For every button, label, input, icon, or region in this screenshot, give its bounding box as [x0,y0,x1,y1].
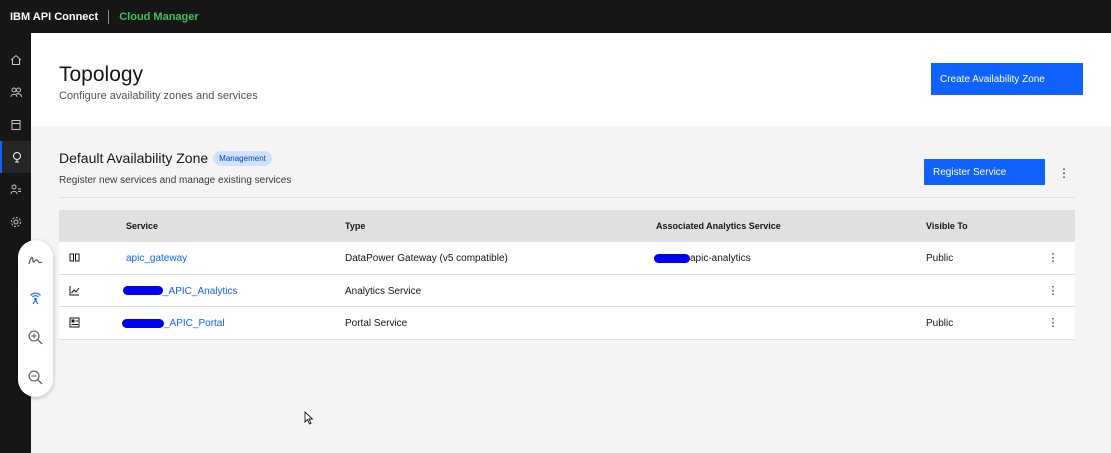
brand-separator [108,9,110,24]
table-row: apic_gateway DataPower Gateway (v5 compa… [59,242,1075,275]
zoom-in-icon [28,330,43,345]
topology-icon [12,152,21,163]
service-name-link[interactable]: _APIC_Portal [122,318,225,329]
row-overflow-menu-icon[interactable]: ⋮ [1047,251,1059,264]
tool-palette [18,240,53,397]
visible-to: Public [926,253,954,264]
redaction-mark [123,286,163,296]
table-row: _APIC_Portal Portal Service Public ⋮ [59,307,1075,340]
product-name[interactable]: Cloud Manager [119,11,198,23]
gateway-icon [69,253,80,262]
portal-icon [69,317,80,328]
broadcast-icon [30,292,41,305]
users-icon [10,87,22,98]
home-icon [10,54,21,65]
brand-name[interactable]: IBM API Connect [10,11,98,23]
zone-overflow-menu-icon[interactable]: ⋮ [1058,165,1070,181]
analytics-icon [69,285,80,295]
draw-icon [28,257,43,265]
top-bar: IBM API Connect Cloud Manager [0,0,1111,33]
column-header-analytics[interactable]: Associated Analytics Service [656,221,781,231]
column-header-service[interactable]: Service [126,221,158,231]
service-type: Analytics Service [345,285,422,297]
management-tag: Management [213,150,272,166]
zoom-in-tool[interactable] [27,329,44,346]
zone-title: Default Availability Zone [59,150,209,166]
zone-heading: Default Availability Zone Management [59,150,272,166]
mouse-cursor-icon [304,411,314,425]
page-title: Topology [59,63,144,86]
associated-analytics: apic-analytics [654,253,751,264]
row-overflow-menu-icon[interactable]: ⋮ [1047,284,1059,297]
catalog-icon [11,120,20,130]
service-type: Portal Service [345,318,408,329]
create-availability-zone-button[interactable]: Create Availability Zone [931,63,1083,95]
nav-home[interactable] [0,44,31,76]
service-type: DataPower Gateway (v5 compatible) [345,253,508,264]
nav-topology[interactable] [0,141,31,173]
redaction-mark [122,318,164,328]
settings-icon [10,217,21,227]
column-header-type[interactable]: Type [345,221,365,231]
visible-to: Public [926,318,954,329]
zoom-out-icon [28,370,43,385]
broadcast-tool[interactable] [27,290,44,307]
zoom-out-tool[interactable] [27,369,44,386]
draw-tool[interactable] [27,252,44,269]
column-header-visible-to[interactable]: Visible To [926,221,968,231]
nav-members[interactable] [0,173,31,205]
page-subtitle: Configure availability zones and service… [59,90,258,102]
service-name-link[interactable]: apic_gateway [126,253,187,264]
zone-subtitle: Register new services and manage existin… [59,175,292,186]
register-service-button[interactable]: Register Service [924,159,1045,185]
row-overflow-menu-icon[interactable]: ⋮ [1047,316,1059,329]
members-icon [10,184,21,195]
table-row: _APIC_Analytics Analytics Service ⋮ [59,274,1075,307]
nav-catalog[interactable] [0,109,31,141]
service-name-link[interactable]: _APIC_Analytics [123,286,237,297]
page-header: Topology Configure availability zones an… [31,33,1111,126]
nav-users[interactable] [0,76,31,108]
services-table: Service Type Associated Analytics Servic… [59,210,1075,340]
zone-divider [59,197,1075,198]
redaction-mark [654,253,690,263]
main-content: Topology Configure availability zones an… [31,33,1111,453]
table-header: Service Type Associated Analytics Servic… [59,210,1075,242]
nav-settings[interactable] [0,206,31,238]
